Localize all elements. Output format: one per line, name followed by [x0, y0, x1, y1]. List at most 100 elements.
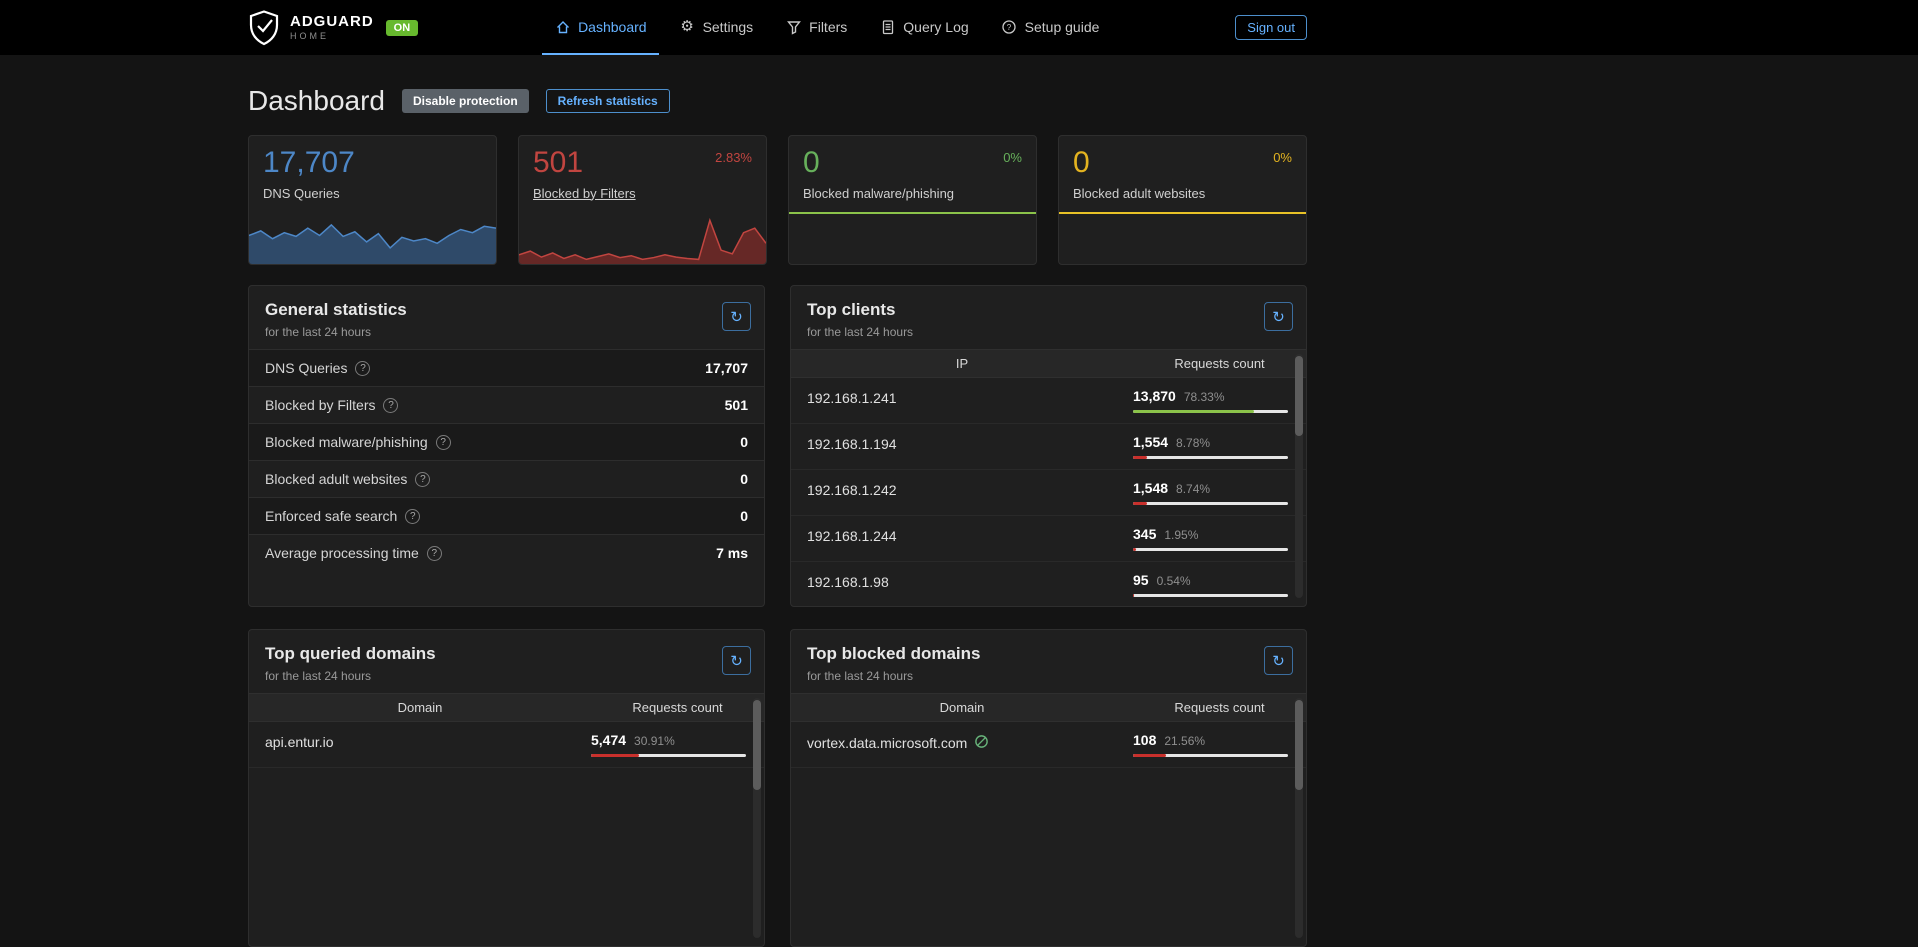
table-row: 192.168.1.194 1,5548.78% — [791, 424, 1306, 470]
column-header-domain: Domain — [249, 694, 591, 721]
panel-subtitle: for the last 24 hours — [265, 325, 748, 339]
general-statistics-table: DNS Queries? 17,707 Blocked by Filters? … — [249, 349, 764, 571]
general-statistics-panel: General statistics for the last 24 hours… — [248, 285, 765, 607]
refresh-panel-button[interactable]: ↻ — [1264, 646, 1293, 675]
scrollbar-track[interactable] — [1295, 354, 1303, 598]
row-label: DNS Queries — [265, 360, 347, 376]
help-icon[interactable]: ? — [383, 398, 398, 413]
table-row: Blocked malware/phishing? 0 — [249, 423, 764, 460]
scrollbar-thumb[interactable] — [1295, 700, 1303, 790]
sign-out-button[interactable]: Sign out — [1235, 15, 1307, 40]
client-ip[interactable]: 192.168.1.241 — [791, 388, 1133, 406]
refresh-panel-button[interactable]: ↻ — [722, 646, 751, 675]
refresh-panel-button[interactable]: ↻ — [722, 302, 751, 331]
nav-settings[interactable]: ⚙ Settings — [667, 0, 766, 55]
column-header-ip: IP — [791, 350, 1133, 377]
top-clients-table: 192.168.1.241 13,87078.33% 192.168.1.194… — [791, 378, 1306, 607]
scrollbar-track[interactable] — [1295, 698, 1303, 938]
gear-icon: ⚙ — [679, 18, 696, 35]
filter-funnel-icon — [785, 18, 802, 35]
stat-card-blocked-by-filters: 501 Blocked by Filters 2.83% — [518, 135, 767, 265]
refresh-icon: ↻ — [730, 652, 743, 670]
table-row: api.entur.io 5,47430.91% — [249, 722, 764, 768]
request-count: 108 — [1133, 732, 1156, 748]
table-row: 192.168.1.241 13,87078.33% — [791, 378, 1306, 424]
table-row: 192.168.1.244 3451.95% — [791, 516, 1306, 562]
blocked-adult-percent: 0% — [1273, 146, 1292, 201]
progress-bar — [1133, 594, 1288, 597]
refresh-panel-button[interactable]: ↻ — [1264, 302, 1293, 331]
top-blocked-table: vortex.data.microsoft.com 10821.56% — [791, 722, 1306, 768]
nav-setup-guide[interactable]: ? Setup guide — [989, 0, 1112, 55]
row-value: 501 — [725, 397, 748, 413]
progress-bar — [591, 754, 746, 757]
blocked-filters-percent: 2.83% — [715, 146, 752, 201]
blocked-malware-label: Blocked malware/phishing — [803, 186, 954, 201]
table-row: 192.168.1.98 95 0.54% — [791, 562, 1306, 607]
progress-bar — [1133, 754, 1288, 757]
dns-queries-sparkline — [249, 218, 496, 264]
queried-domain[interactable]: api.entur.io — [249, 732, 591, 750]
scrollbar-thumb[interactable] — [753, 700, 761, 790]
panel-title: Top clients — [807, 300, 1290, 320]
request-percent: 30.91% — [634, 734, 675, 748]
dns-queries-label: DNS Queries — [263, 186, 355, 201]
scrollbar-thumb[interactable] — [1295, 356, 1303, 436]
table-header: IP Requests count — [791, 349, 1306, 378]
help-icon[interactable]: ? — [436, 435, 451, 450]
row-value: 0 — [740, 471, 748, 487]
client-ip[interactable]: 192.168.1.194 — [791, 434, 1133, 452]
row-label: Blocked by Filters — [265, 397, 375, 413]
request-count: 1,554 — [1133, 434, 1168, 450]
main-nav: Dashboard ⚙ Settings Filters — [418, 0, 1235, 55]
request-percent: 78.33% — [1184, 390, 1225, 404]
panel-subtitle: for the last 24 hours — [265, 669, 748, 683]
disable-protection-button[interactable]: Disable protection — [402, 89, 529, 113]
nav-query-log[interactable]: Query Log — [867, 0, 980, 55]
panel-title: Top blocked domains — [807, 644, 1290, 664]
progress-bar — [1133, 456, 1288, 459]
protection-status-badge: ON — [386, 20, 419, 36]
progress-bar — [1133, 502, 1288, 505]
stat-card-blocked-adult: 0 Blocked adult websites 0% — [1058, 135, 1307, 265]
row-value: 0 — [740, 508, 748, 524]
brand-name: ADGUARD — [290, 14, 374, 29]
help-icon[interactable]: ? — [415, 472, 430, 487]
nav-dashboard[interactable]: Dashboard — [542, 0, 659, 55]
nav-label: Dashboard — [578, 19, 647, 35]
refresh-icon: ↻ — [1272, 308, 1285, 326]
row-label: Blocked adult websites — [265, 471, 407, 487]
row-label: Enforced safe search — [265, 508, 397, 524]
request-percent: 1.95% — [1164, 528, 1198, 542]
nav-filters[interactable]: Filters — [773, 0, 859, 55]
help-icon[interactable]: ? — [405, 509, 420, 524]
request-percent: 8.74% — [1176, 482, 1210, 496]
table-row: Enforced safe search? 0 — [249, 497, 764, 534]
request-count: 95 — [1133, 572, 1149, 588]
table-row: Average processing time? 7 ms — [249, 534, 764, 571]
tracker-blocked-icon[interactable] — [974, 734, 989, 752]
client-ip[interactable]: 192.168.1.242 — [791, 480, 1133, 498]
column-header-requests: Requests count — [591, 694, 764, 721]
client-ip[interactable]: 192.168.1.244 — [791, 526, 1133, 544]
blocked-filters-link[interactable]: Blocked by Filters — [533, 186, 636, 201]
adguard-home-brand[interactable]: ADGUARD HOME ON — [248, 10, 418, 46]
refresh-statistics-button[interactable]: Refresh statistics — [546, 89, 670, 113]
brand-sub: HOME — [290, 32, 374, 41]
svg-text:?: ? — [1007, 22, 1012, 31]
help-circle-icon: ? — [1001, 18, 1018, 35]
table-row: vortex.data.microsoft.com 10821.56% — [791, 722, 1306, 768]
help-icon[interactable]: ? — [355, 361, 370, 376]
table-row: Blocked by Filters? 501 — [249, 386, 764, 423]
blocked-domain[interactable]: vortex.data.microsoft.com — [807, 735, 967, 751]
nav-label: Query Log — [903, 19, 968, 35]
nav-label: Settings — [703, 19, 754, 35]
request-percent: 0.54% — [1157, 574, 1191, 588]
scrollbar-track[interactable] — [753, 698, 761, 938]
row-value: 7 ms — [716, 545, 748, 561]
column-header-domain: Domain — [791, 694, 1133, 721]
dns-queries-value: 17,707 — [263, 146, 355, 181]
help-icon[interactable]: ? — [427, 546, 442, 561]
blocked-adult-label: Blocked adult websites — [1073, 186, 1205, 201]
client-ip[interactable]: 192.168.1.98 — [791, 572, 1133, 590]
